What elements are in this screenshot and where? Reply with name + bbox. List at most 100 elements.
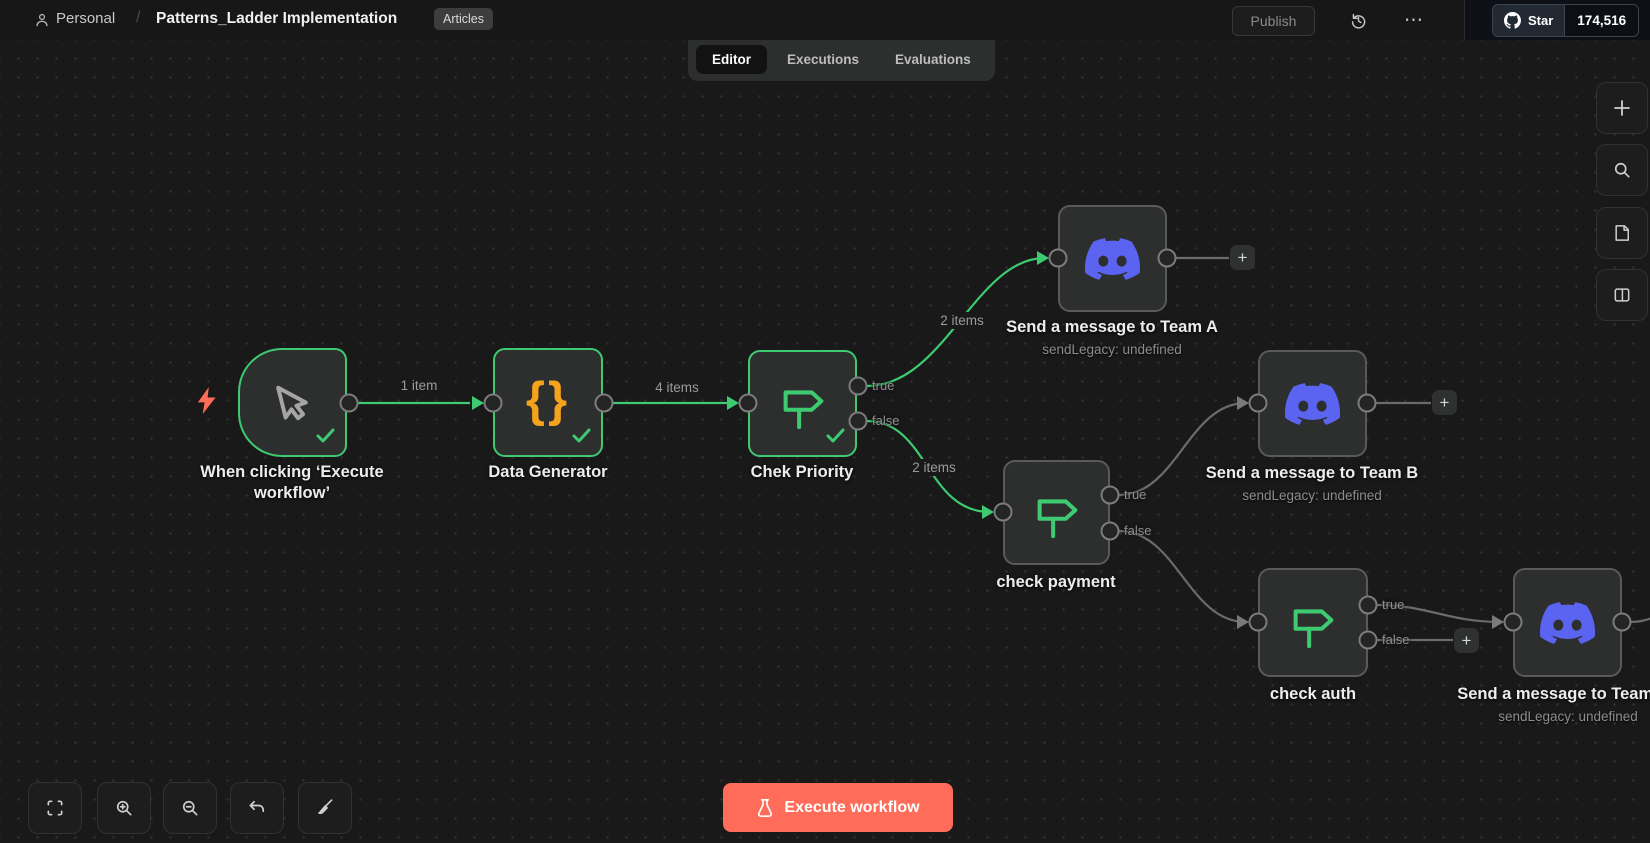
connector-generator-output[interactable] [594, 393, 614, 413]
node-subtitle: sendLegacy: undefined [1498, 709, 1638, 725]
connector-payment-true-output[interactable] [1100, 485, 1120, 505]
add-node-endpoint-button[interactable]: + [1230, 245, 1255, 270]
connector-teamB1-input[interactable] [1503, 612, 1523, 632]
node-label-check-auth[interactable]: check auth [1193, 684, 1433, 705]
node-label-teamB1[interactable]: Send a message to Team B1 sendLegacy: un… [1448, 684, 1650, 726]
flask-icon [758, 798, 773, 817]
undo-icon [249, 800, 265, 813]
workflow-tag-badge[interactable]: Articles [434, 8, 493, 30]
edge-count-label: 1 item [383, 377, 455, 394]
github-header-zone: Star 174,516 [1464, 0, 1650, 40]
ellipsis-icon: ⋯ [1404, 9, 1424, 31]
github-logo-icon [1504, 12, 1521, 29]
branch-label-false: false [872, 413, 900, 428]
success-check-icon [316, 428, 335, 448]
connector-teamB-output[interactable] [1357, 393, 1377, 413]
add-node-endpoint-button[interactable]: + [1454, 628, 1479, 653]
node-manual-trigger[interactable] [238, 348, 347, 457]
plus-icon: + [1439, 393, 1450, 412]
person-icon [33, 11, 51, 29]
plus-icon: + [1461, 631, 1472, 650]
connector-priority-false-output[interactable] [848, 411, 868, 431]
connector-teamA-output[interactable] [1157, 248, 1177, 268]
trigger-lightning-icon [196, 387, 218, 419]
undo-button[interactable] [230, 782, 284, 834]
plus-icon: + [1237, 248, 1248, 267]
connector-generator-input[interactable] [483, 393, 503, 413]
publish-button[interactable]: Publish [1232, 6, 1315, 36]
node-label-chek-priority[interactable]: Chek Priority [682, 462, 922, 483]
discord-icon [1060, 207, 1165, 310]
connector-teamA-input[interactable] [1048, 248, 1068, 268]
view-tabbar: Editor Executions Evaluations [688, 40, 995, 81]
zoom-in-icon [116, 800, 132, 816]
fit-view-icon [47, 800, 63, 816]
breadcrumb-project[interactable]: Personal [56, 10, 115, 27]
node-check-auth[interactable] [1258, 568, 1368, 677]
canvas-search-button[interactable] [1596, 144, 1648, 196]
connector-auth-input[interactable] [1248, 612, 1268, 632]
github-star-label: Star [1528, 13, 1554, 28]
zoom-in-button[interactable] [97, 782, 151, 834]
zoom-out-icon [182, 800, 198, 816]
history-clock-icon [1351, 13, 1365, 29]
search-icon [1614, 162, 1630, 178]
sticky-note-button[interactable] [1596, 207, 1648, 259]
github-star-widget[interactable]: Star 174,516 [1492, 4, 1640, 37]
more-options-button[interactable]: ⋯ [1398, 4, 1430, 36]
signpost-icon [1005, 462, 1108, 563]
add-node-button[interactable] [1596, 82, 1648, 134]
signpost-icon [1260, 570, 1366, 675]
connector-auth-true-output[interactable] [1358, 595, 1378, 615]
split-panel-icon [1614, 288, 1630, 302]
node-send-message-teamA[interactable] [1058, 205, 1167, 312]
node-label-check-payment[interactable]: check payment [936, 572, 1176, 593]
branch-label-true: true [1382, 597, 1405, 612]
tab-executions[interactable]: Executions [771, 45, 875, 74]
node-subtitle: sendLegacy: undefined [1242, 488, 1382, 504]
success-check-icon [572, 428, 591, 448]
node-label-teamA[interactable]: Send a message to Team A sendLegacy: und… [992, 317, 1232, 359]
breadcrumb-separator: / [136, 9, 141, 26]
github-star-button[interactable]: Star [1493, 5, 1565, 36]
edge-count-label: 2 items [926, 312, 998, 329]
connector-priority-input[interactable] [738, 393, 758, 413]
connector-priority-true-output[interactable] [848, 376, 868, 396]
connector-payment-input[interactable] [993, 502, 1013, 522]
connector-payment-false-output[interactable] [1100, 521, 1120, 541]
tab-evaluations[interactable]: Evaluations [879, 45, 987, 74]
execute-workflow-button[interactable]: Execute workflow [723, 783, 953, 832]
discord-icon [1515, 570, 1620, 675]
layers-panel-button[interactable] [1596, 269, 1648, 321]
connector-teamB1-output[interactable] [1612, 612, 1632, 632]
node-label-teamB[interactable]: Send a message to Team B sendLegacy: und… [1192, 463, 1432, 505]
history-button[interactable] [1342, 4, 1374, 36]
node-data-generator[interactable]: {} [493, 348, 603, 457]
header-bar: Personal / Patterns_Ladder Implementatio… [0, 0, 1650, 40]
node-check-payment[interactable] [1003, 460, 1110, 565]
edge-count-label: 4 items [641, 379, 713, 396]
success-check-icon [826, 428, 845, 448]
n8n-workflow-editor: Personal / Patterns_Ladder Implementatio… [0, 0, 1650, 843]
connector-teamB-input[interactable] [1248, 393, 1268, 413]
plus-icon [1614, 100, 1630, 116]
fit-view-button[interactable] [28, 782, 82, 834]
node-label-trigger[interactable]: When clicking ‘Execute workflow’ [172, 462, 412, 505]
node-label-data-generator[interactable]: Data Generator [428, 462, 668, 483]
node-send-message-teamB1[interactable] [1513, 568, 1622, 677]
broom-icon [318, 799, 333, 815]
sticky-note-icon [1615, 225, 1629, 241]
node-subtitle: sendLegacy: undefined [1042, 342, 1182, 358]
add-node-endpoint-button[interactable]: + [1432, 390, 1457, 415]
connector-trigger-output[interactable] [339, 393, 359, 413]
node-chek-priority[interactable] [748, 350, 857, 457]
zoom-out-button[interactable] [163, 782, 217, 834]
discord-icon [1260, 352, 1365, 455]
github-star-count[interactable]: 174,516 [1564, 5, 1639, 36]
tidy-up-button[interactable] [298, 782, 352, 834]
connector-auth-false-output[interactable] [1358, 630, 1378, 650]
tab-editor[interactable]: Editor [696, 45, 767, 74]
node-send-message-teamB[interactable] [1258, 350, 1367, 457]
workflow-title[interactable]: Patterns_Ladder Implementation [156, 10, 397, 28]
branch-label-false: false [1382, 632, 1410, 647]
